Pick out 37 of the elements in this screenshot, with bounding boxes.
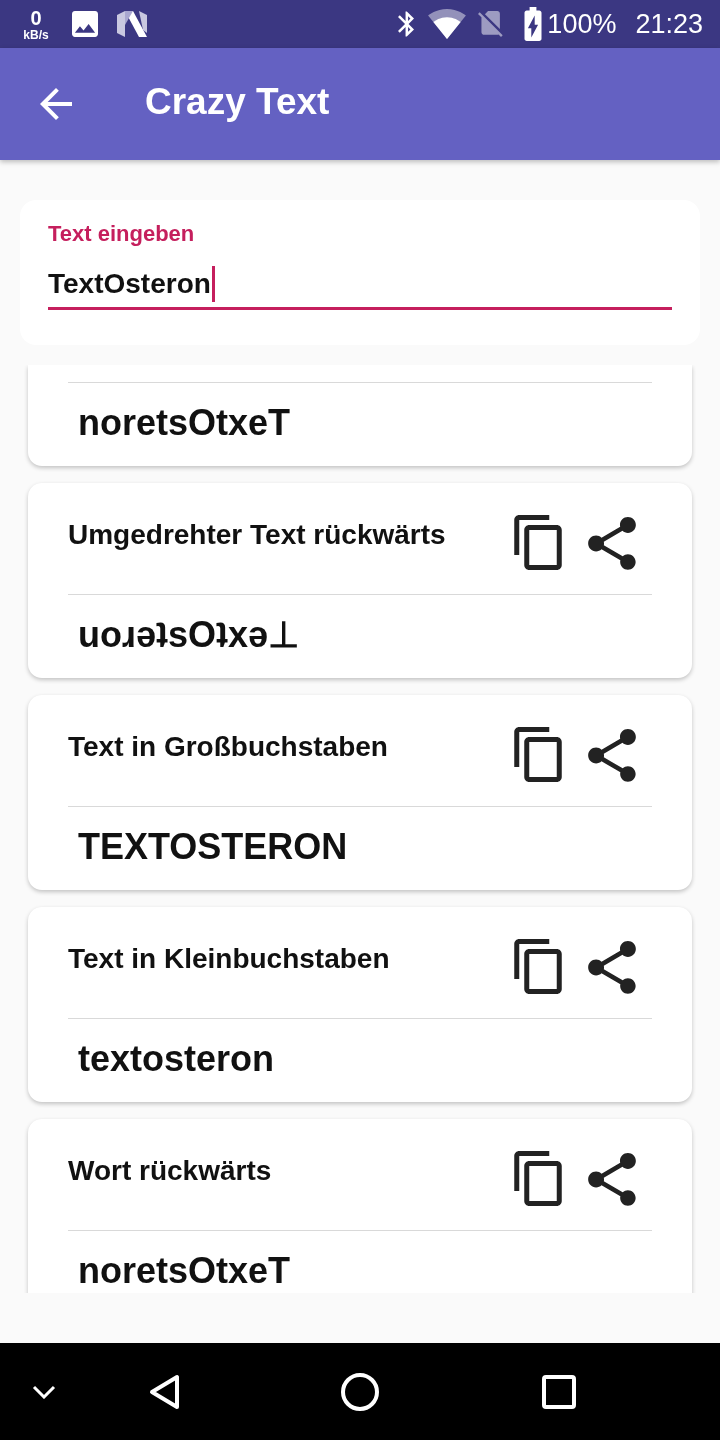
share-icon[interactable]: [588, 517, 636, 570]
result-text: textosteron: [78, 1037, 275, 1081]
input-value: TextOsteron: [48, 267, 211, 301]
app-notification-icon: [117, 11, 147, 37]
battery-percentage: 100%: [547, 8, 617, 40]
card-title: Text in Großbuchstaben: [68, 730, 388, 764]
copy-icon[interactable]: [514, 1151, 562, 1206]
clock-time: 21:23: [635, 8, 703, 40]
text-cursor: [211, 266, 215, 302]
card-title: Umgedrehter Text rückwärts: [68, 518, 446, 552]
battery-charging-icon: [524, 7, 543, 41]
no-sim-icon: [478, 11, 505, 37]
text-input-field[interactable]: Text eingeben TextOsteron: [48, 222, 672, 310]
chevron-down-icon[interactable]: [32, 1384, 56, 1399]
back-arrow-icon[interactable]: [40, 88, 72, 120]
recents-icon[interactable]: [542, 1374, 576, 1409]
result-text: TEXTOSTERON: [78, 825, 348, 869]
copy-icon[interactable]: [514, 727, 562, 782]
bluetooth-icon: [398, 11, 415, 37]
card-title: Wort rückwärts: [68, 1154, 272, 1188]
network-speed-value: 0: [30, 7, 42, 28]
home-icon[interactable]: [341, 1372, 379, 1411]
share-icon[interactable]: [588, 1153, 636, 1206]
back-icon[interactable]: [147, 1372, 181, 1411]
copy-icon[interactable]: [514, 515, 562, 570]
field-label: Text eingeben: [48, 222, 195, 246]
app-title: Crazy Text: [145, 80, 330, 124]
copy-icon[interactable]: [514, 939, 562, 994]
network-speed-unit: kB/s: [23, 28, 49, 41]
share-icon[interactable]: [588, 941, 636, 994]
share-icon[interactable]: [588, 729, 636, 782]
result-text: noretsOtxeT: [78, 401, 291, 445]
image-icon: [72, 11, 98, 37]
result-text: uoɹǝʇsOʇxǝ⊥: [78, 613, 300, 657]
card-title: Text in Kleinbuchstaben: [68, 942, 390, 976]
wifi-icon: [428, 9, 467, 39]
result-text: noretsOtxeT: [78, 1249, 291, 1293]
